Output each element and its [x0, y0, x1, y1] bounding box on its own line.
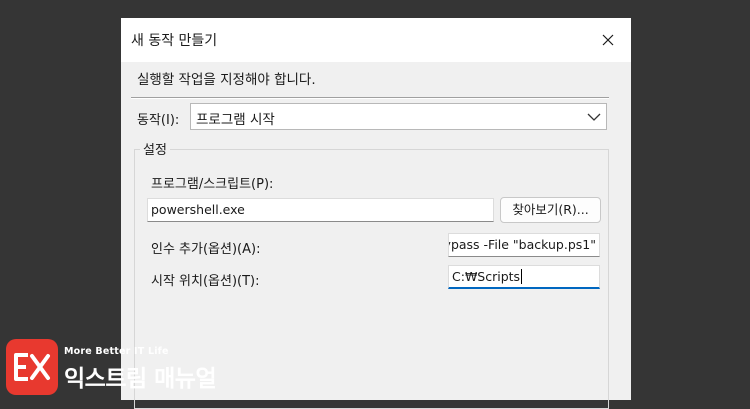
program-label: 프로그램/스크립트(P): [151, 177, 274, 192]
new-action-dialog: 새 동작 만들기 실행할 작업을 지정해야 합니다. 동작(I): 프로그램 시… [121, 18, 631, 409]
start-in-input-value: C:₩Scripts [452, 269, 521, 284]
program-input[interactable]: powershell.exe [147, 198, 494, 222]
arguments-input-value: Bypass -File "backup.ps1" [448, 237, 596, 252]
instruction-text: 실행할 작업을 지정해야 합니다. [137, 72, 316, 88]
program-input-value: powershell.exe [151, 202, 245, 217]
ex-logo-icon [6, 339, 58, 395]
arguments-label: 인수 추가(옵션)(A): [151, 242, 261, 257]
chevron-down-icon [587, 113, 601, 121]
separator-highlight [131, 98, 609, 99]
start-in-input[interactable]: C:₩Scripts [448, 265, 600, 289]
start-in-label: 시작 위치(옵션)(T): [151, 274, 260, 289]
ex-logo-glyph [14, 353, 50, 381]
action-dropdown[interactable]: 프로그램 시작 [190, 103, 607, 130]
arguments-input[interactable]: Bypass -File "backup.ps1" [448, 233, 600, 257]
settings-group-label: 설정 [140, 139, 170, 158]
watermark-name: 익스트림 매뉴얼 [64, 366, 217, 392]
watermark-tagline: More Better IT Life [64, 346, 169, 357]
text-caret [521, 269, 523, 284]
close-icon [602, 34, 614, 46]
action-selected-value: 프로그램 시작 [196, 112, 275, 128]
close-button[interactable] [593, 26, 623, 54]
browse-button[interactable]: 찾아보기(R)... [500, 197, 601, 223]
dialog-title: 새 동작 만들기 [131, 33, 218, 49]
action-label: 동작(I): [137, 113, 180, 128]
title-bar: 새 동작 만들기 [121, 18, 631, 62]
